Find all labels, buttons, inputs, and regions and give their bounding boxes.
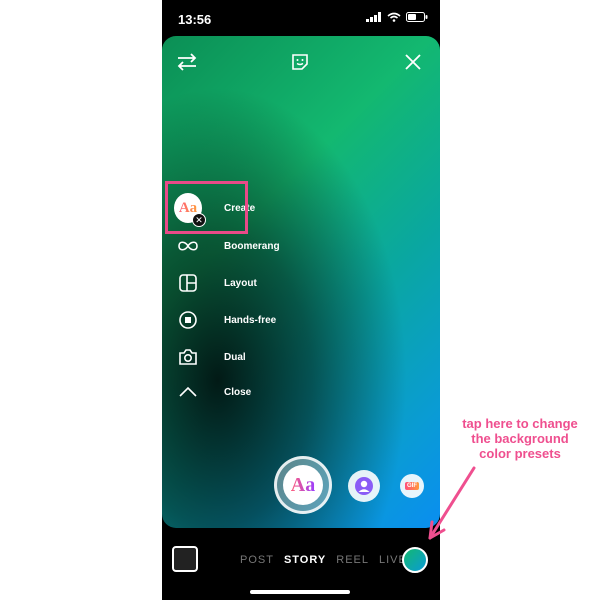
status-time: 13:56 <box>178 12 212 27</box>
annotation-arrow <box>428 466 476 540</box>
menu-item-label: Hands-free <box>224 314 277 326</box>
menu-item-hands-free[interactable]: Hands-free <box>174 306 276 334</box>
menu-item-label: Close <box>224 386 252 398</box>
dual-camera-icon <box>179 349 197 365</box>
close-icon[interactable] <box>404 53 422 71</box>
menu-item-label: Dual <box>224 351 246 363</box>
annotation-line: color presets <box>479 446 561 461</box>
menu-item-label: Boomerang <box>224 240 280 252</box>
annotation-line: tap here to change <box>462 416 578 431</box>
annotation-text: tap here to change the background color … <box>440 416 600 461</box>
gallery-thumbnail[interactable] <box>172 546 198 572</box>
avatar-icon <box>355 477 373 495</box>
wifi-icon <box>387 12 401 22</box>
home-indicator <box>250 590 350 594</box>
infinity-icon <box>178 241 198 251</box>
sticker-icon[interactable] <box>290 52 310 72</box>
status-icons <box>366 12 428 22</box>
capture-button[interactable]: Aa <box>274 456 332 514</box>
tab-post[interactable]: POST <box>240 554 274 566</box>
menu-item-layout[interactable]: Layout <box>174 269 257 297</box>
menu-item-boomerang[interactable]: Boomerang <box>174 232 280 260</box>
avatar-sticker-button[interactable] <box>348 470 380 502</box>
story-canvas[interactable]: Aa ✕ Create Boomerang Layout Hands-free … <box>162 36 440 528</box>
background-color-button[interactable] <box>402 547 428 573</box>
battery-icon <box>406 12 428 22</box>
tab-story[interactable]: STORY <box>284 554 326 566</box>
menu-item-close[interactable]: Close <box>174 378 251 406</box>
menu-item-label: Layout <box>224 277 257 289</box>
annotation-line: the background <box>471 431 569 446</box>
capture-label: Aa <box>290 473 316 496</box>
create-highlight-box <box>165 181 248 234</box>
status-bar: 13:56 <box>162 0 440 36</box>
menu-item-dual[interactable]: Dual <box>174 343 246 371</box>
chevron-up-icon <box>179 386 197 397</box>
mode-bar: POST STORY REEL LIVE <box>162 540 440 580</box>
phone-screen: 13:56 Aa ✕ Create Boomerang Layout Hands… <box>162 0 440 600</box>
layout-icon <box>179 274 197 292</box>
gif-label: GIF <box>405 482 419 490</box>
tab-reel[interactable]: REEL <box>336 554 369 566</box>
mode-tabs: POST STORY REEL LIVE <box>240 554 407 566</box>
flip-camera-icon[interactable] <box>176 52 198 72</box>
signal-icon <box>366 12 381 22</box>
record-icon <box>179 311 197 329</box>
